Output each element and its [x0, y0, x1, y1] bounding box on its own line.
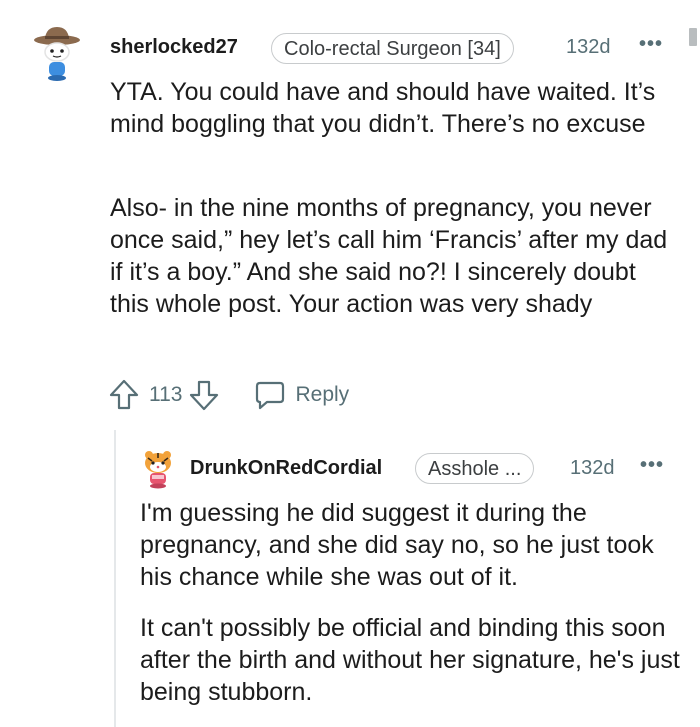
comment-age: 132d	[566, 36, 611, 58]
reply-user-flair: Asshole ...	[415, 453, 535, 484]
comment-paragraph-2: Also- in the nine months of pregnancy, y…	[110, 194, 668, 318]
user-flair: Colo-rectal Surgeon [34]	[271, 33, 514, 64]
reply-more-options-icon[interactable]: •••	[640, 454, 664, 477]
upvote-button[interactable]	[108, 378, 140, 412]
thread-line[interactable]	[114, 430, 116, 727]
reply-paragraph-1: I'm guessing he did suggest it during th…	[140, 499, 654, 591]
upvote-arrow-icon	[109, 379, 139, 410]
downvote-button[interactable]	[188, 378, 220, 412]
reply-label: Reply	[295, 383, 350, 406]
speech-bubble-icon	[256, 381, 285, 410]
avatar[interactable]	[33, 24, 83, 82]
reply-age: 132d	[570, 457, 615, 479]
vote-count: 113	[149, 383, 183, 406]
more-options-icon[interactable]: •••	[639, 33, 663, 56]
tiger-snoo-avatar-icon	[145, 451, 171, 489]
reply-button[interactable]: Reply	[254, 379, 349, 411]
cowboy-snoo-avatar-icon	[34, 27, 80, 81]
downvote-arrow-icon	[190, 380, 219, 411]
scrollbar[interactable]	[689, 28, 697, 46]
reply-avatar[interactable]	[140, 449, 176, 489]
username[interactable]: sherlocked27	[110, 36, 238, 59]
reply-username[interactable]: DrunkOnRedCordial	[190, 457, 382, 480]
comment-paragraph-1: YTA. You could have and should have wait…	[110, 78, 656, 138]
comment-actions: 113 Reply	[108, 377, 349, 413]
reply-paragraph-2: It can't possibly be official and bindin…	[140, 614, 680, 706]
